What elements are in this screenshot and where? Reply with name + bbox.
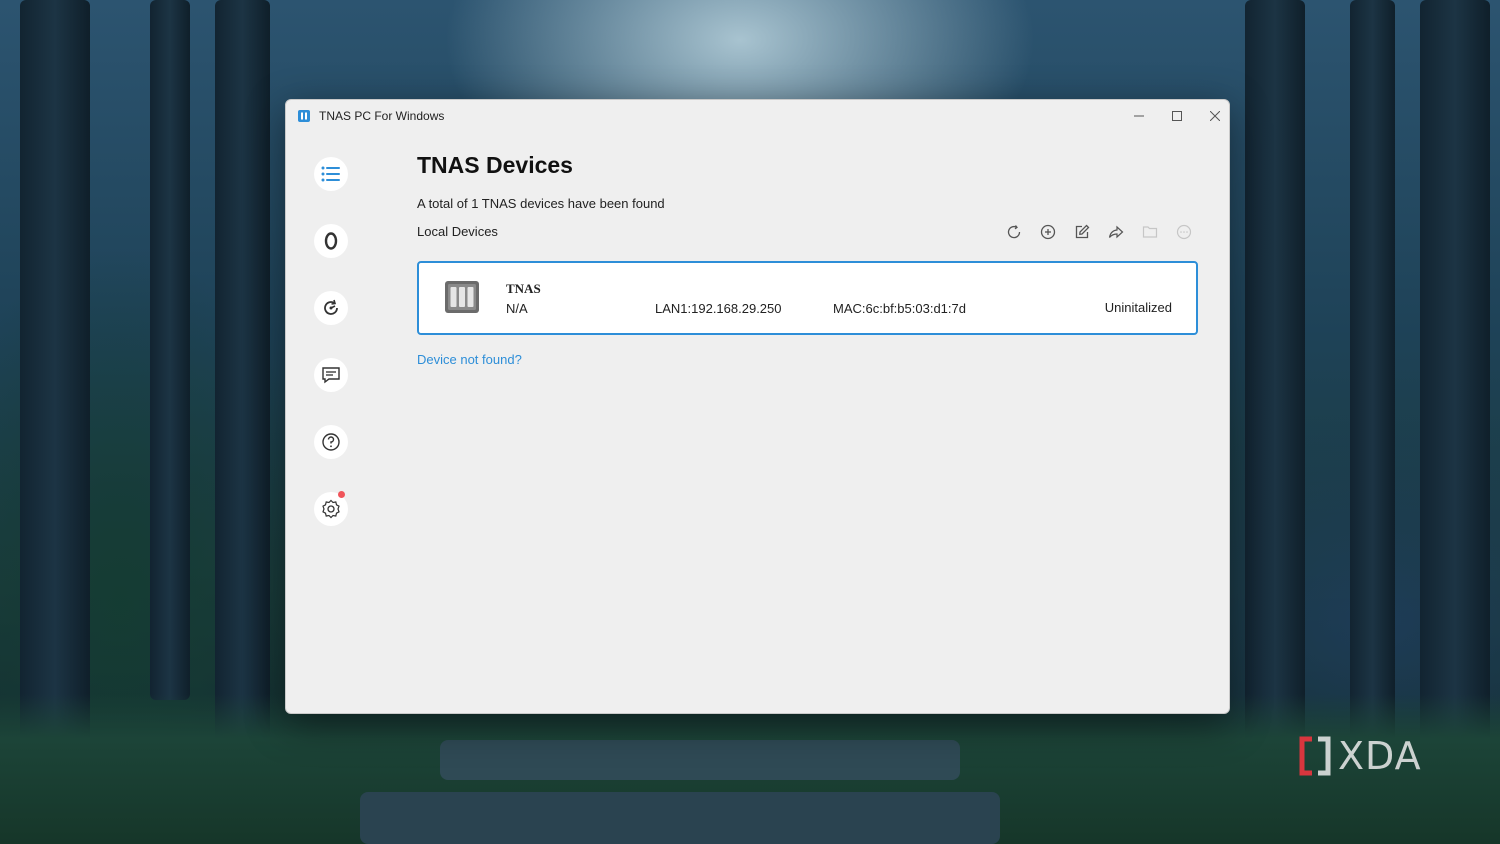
- device-not-found-link[interactable]: Device not found?: [417, 352, 522, 367]
- sidebar-item-settings[interactable]: [314, 491, 348, 526]
- page-title: TNAS Devices: [417, 152, 573, 178]
- notification-dot: [338, 491, 345, 498]
- share-icon: [1108, 225, 1124, 239]
- message-icon: [322, 367, 340, 384]
- device-count-summary: A total of 1 TNAS devices have been foun…: [417, 196, 665, 211]
- xda-watermark: XDA: [1298, 734, 1438, 778]
- sidebar-item-messages[interactable]: [314, 358, 348, 392]
- edit-icon: [1075, 224, 1090, 239]
- section-label-local-devices: Local Devices: [417, 224, 498, 239]
- sidebar-item-remote[interactable]: [314, 291, 348, 325]
- add-device-button[interactable]: [1038, 222, 1058, 242]
- maximize-icon: [1172, 111, 1182, 121]
- sidebar-item-tnas-id[interactable]: [314, 224, 348, 258]
- speed-refresh-icon: [324, 299, 338, 315]
- edit-button[interactable]: [1072, 222, 1092, 242]
- device-mac-address: MAC:6c:bf:b5:03:d1:7d: [833, 301, 966, 316]
- sidebar-item-help[interactable]: [314, 425, 348, 459]
- folder-button[interactable]: [1140, 222, 1160, 242]
- device-card[interactable]: TNAS N/A LAN1:192.168.29.250 MAC:6c:bf:b…: [417, 261, 1198, 335]
- refresh-icon: [1007, 225, 1021, 239]
- gear-icon: [322, 499, 340, 519]
- help-icon: [322, 433, 340, 451]
- app-logo-icon: [298, 110, 310, 122]
- list-icon: [321, 166, 340, 182]
- window-title: TNAS PC For Windows: [319, 109, 445, 123]
- device-name: TNAS: [506, 281, 541, 296]
- share-button[interactable]: [1106, 222, 1126, 242]
- sidebar-item-devices[interactable]: [314, 157, 348, 191]
- watermark-text: XDA: [1338, 734, 1422, 778]
- minimize-button[interactable]: [1127, 106, 1151, 126]
- minimize-icon: [1134, 115, 1144, 117]
- device-status: Uninitalized: [1104, 300, 1172, 315]
- zero-icon: [324, 232, 338, 250]
- app-window: TNAS PC For Windows TNAS Devices A total…: [285, 99, 1230, 714]
- title-bar[interactable]: TNAS PC For Windows: [286, 100, 1229, 132]
- xda-logo-icon: [1299, 736, 1331, 776]
- close-button[interactable]: [1203, 106, 1227, 126]
- folder-icon: [1142, 226, 1158, 238]
- device-model: N/A: [506, 301, 528, 316]
- more-icon: [1176, 224, 1192, 240]
- add-circle-icon: [1040, 224, 1056, 240]
- refresh-button[interactable]: [1004, 222, 1024, 242]
- device-lan-address: LAN1:192.168.29.250: [655, 301, 782, 316]
- more-button[interactable]: [1174, 222, 1194, 242]
- close-icon: [1210, 111, 1220, 121]
- maximize-button[interactable]: [1165, 106, 1189, 126]
- nas-device-icon: [445, 281, 479, 313]
